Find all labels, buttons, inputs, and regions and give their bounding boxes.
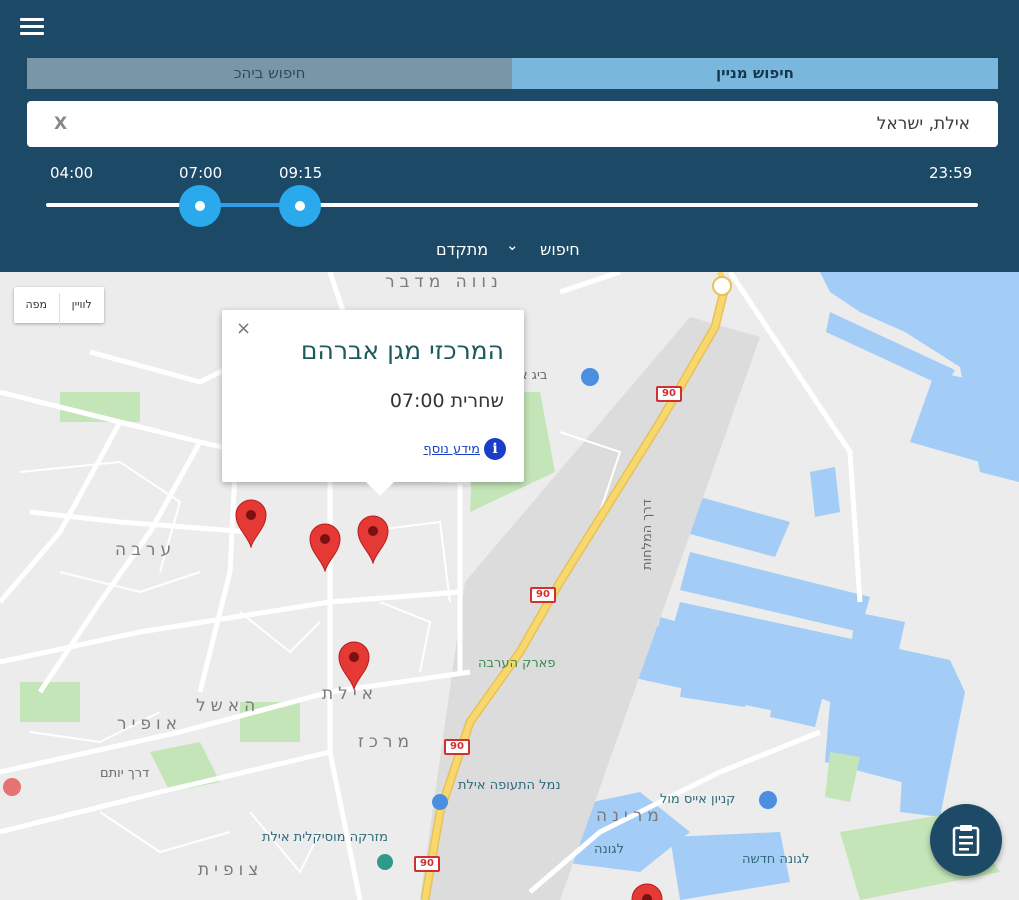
map-label-derech-hamelachot: דרך המלחות [640, 499, 655, 570]
advanced-label: מתקדם [436, 240, 489, 259]
location-search-box: X [27, 101, 998, 147]
advanced-search-toggle[interactable]: מתקדם ⌄ חיפוש [430, 236, 600, 260]
map-label-neve-midbar: נווה מדבר [385, 272, 503, 292]
prayer-name: שחרית [450, 390, 504, 412]
synagogue-name: המרכזי מגן אברהם [300, 336, 504, 365]
prayer-info: שחרית 07:00 [390, 390, 504, 412]
map-view[interactable]: מפה לוויין נווה מדבר ביג אילת ערבה אילת … [0, 272, 1019, 900]
map-label-airport: נמל התעופה אילת [458, 778, 561, 793]
road-90-badge: 90 [444, 739, 470, 755]
synagogue-map-pin[interactable] [308, 522, 342, 572]
slider-min-label: 04:00 [50, 164, 94, 182]
chevron-down-icon: ⌄ [506, 236, 519, 254]
map-label-ice-mall: קניון אייס מול [660, 792, 736, 807]
road-90-badge: 90 [414, 856, 440, 872]
synagogue-map-pin-selected[interactable] [356, 514, 390, 564]
slider-to-label: 09:15 [279, 164, 323, 182]
search-mode-tabs: חיפוש ביהכ חיפוש מניין [27, 58, 998, 89]
more-info-link[interactable]: i מידע נוסף [423, 438, 506, 460]
map-label-new-laguna: לגונה חדשה [742, 852, 810, 867]
map-label-marina: מרינה [596, 806, 664, 826]
synagogue-info-popup: × המרכזי מגן אברהם שחרית 07:00 i מידע נו… [222, 310, 524, 496]
map-type-control: מפה לוויין [14, 287, 104, 329]
top-bar: חיפוש ביהכ חיפוש מניין X 04:00 07:00 09:… [0, 0, 1019, 272]
road-90-badge: 90 [530, 587, 556, 603]
list-view-fab[interactable] [930, 804, 1002, 876]
map-view-button[interactable]: מפה [14, 287, 59, 323]
prayer-time: 07:00 [389, 390, 445, 412]
slider-max-label: 23:59 [929, 164, 973, 182]
search-label: חיפוש [540, 240, 580, 259]
map-label-laguna: לגונה [594, 842, 624, 857]
map-label-derech-yotam: דרך יותם [100, 766, 150, 781]
road-90-badge: 90 [656, 386, 682, 402]
tab-minyan-search[interactable]: חיפוש מניין [512, 58, 998, 89]
time-slider-to-handle[interactable] [279, 185, 321, 227]
time-slider-from-handle[interactable] [179, 185, 221, 227]
clipboard-icon [952, 825, 980, 856]
synagogue-map-pin[interactable] [234, 498, 268, 548]
app: חיפוש ביהכ חיפוש מניין X 04:00 07:00 09:… [0, 0, 1019, 900]
map-label-musical-fountain: מזרקה מוסיקלית אילת [262, 830, 388, 845]
map-label-park-arava: פארק הערבה [478, 656, 556, 671]
synagogue-map-pin[interactable] [630, 882, 664, 900]
map-label-arava: ערבה [115, 540, 177, 560]
hamburger-menu-icon[interactable] [20, 18, 44, 38]
map-label-ofir: אופיר [117, 714, 183, 734]
more-info-label: מידע נוסף [423, 441, 480, 457]
map-label-merkaz: מרכז [358, 732, 415, 752]
info-icon: i [484, 438, 506, 460]
synagogue-map-pin[interactable] [337, 640, 371, 690]
tab-synagogue-search[interactable]: חיפוש ביהכ [27, 58, 512, 89]
satellite-view-button[interactable]: לוויין [59, 287, 104, 323]
close-icon[interactable]: × [236, 318, 251, 339]
map-label-tsofit: צופית [198, 860, 264, 880]
map-label-eshel: האשל [196, 696, 261, 716]
clear-search-button[interactable]: X [54, 114, 67, 134]
slider-from-label: 07:00 [179, 164, 223, 182]
location-input[interactable] [87, 101, 970, 147]
